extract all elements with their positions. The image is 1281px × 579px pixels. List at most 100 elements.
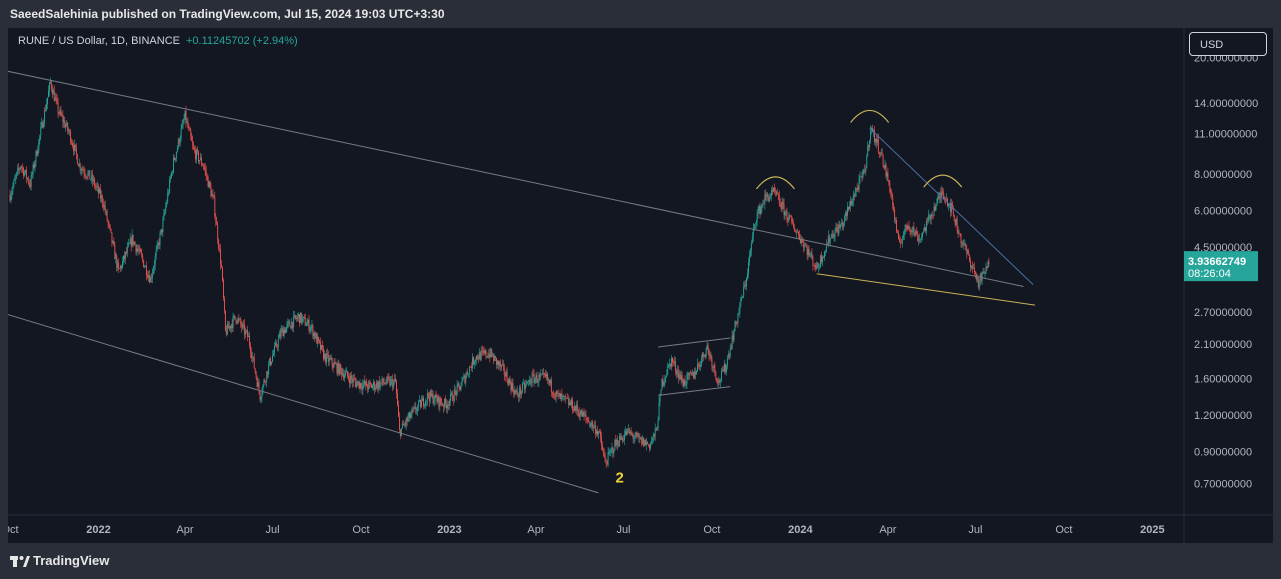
candle-body [633, 438, 635, 439]
candle-body [110, 228, 112, 233]
candle-body [521, 391, 523, 395]
candle-body [426, 393, 428, 401]
candle-body [215, 215, 217, 222]
candle-body [793, 223, 795, 229]
candle-body [198, 160, 200, 162]
candle-body [275, 342, 277, 347]
candle-body [765, 194, 767, 197]
left-shoulder-arc[interactable] [755, 176, 795, 190]
candle-body [809, 254, 811, 256]
candle-body [22, 167, 23, 169]
candle-body [213, 195, 215, 198]
candle-body [637, 434, 639, 437]
candle-body [248, 335, 250, 346]
candle-body [623, 434, 625, 440]
candle-body [702, 352, 704, 357]
flag-upper-line[interactable] [658, 337, 731, 348]
footer-brand[interactable]: TradingView [33, 553, 109, 568]
candle-body [828, 236, 830, 243]
candle-body [743, 286, 745, 298]
candle-body [165, 206, 167, 212]
tradingview-logo-icon[interactable] [10, 554, 30, 568]
candle-body [97, 186, 98, 187]
candle-body [370, 383, 372, 385]
candle-body [30, 175, 32, 188]
candle-body [556, 391, 558, 394]
candle-body [52, 90, 54, 95]
candle-body [432, 394, 434, 404]
candle-body [823, 257, 824, 259]
symbol-title[interactable]: RUNE / US Dollar, 1D, BINANCE [18, 35, 180, 47]
candle-body [737, 313, 739, 324]
candle-body [373, 382, 375, 390]
candle-body [504, 374, 506, 377]
candle-body [648, 444, 650, 449]
candle-body [168, 192, 170, 194]
candle-body [669, 363, 671, 365]
neckline-line[interactable] [816, 273, 1036, 306]
candle-body [169, 179, 171, 193]
candle-body [186, 121, 188, 123]
candle-body [130, 238, 132, 247]
candle-body [431, 394, 433, 397]
candle-body [971, 265, 973, 268]
currency-button[interactable]: USD [1189, 32, 1267, 56]
candle-body [214, 197, 216, 216]
candle-body [604, 456, 606, 463]
candle-body [605, 462, 607, 464]
candle-body [392, 379, 394, 388]
candle-body [272, 355, 273, 362]
candle-body [173, 157, 174, 172]
chart-panel[interactable]: 20.00000000 14.00000000 11.00000000 8.00000… [8, 28, 1273, 543]
candle-body [181, 123, 183, 129]
candle-body [28, 182, 30, 184]
candle-body [413, 407, 415, 410]
candle-body [804, 244, 806, 246]
price-tick-label: 6.00000000 [1194, 206, 1252, 218]
candle-body [900, 242, 902, 244]
drawing-layer [8, 70, 1036, 494]
channel-upper-line[interactable] [8, 70, 1024, 288]
candle-body [962, 242, 964, 245]
candle-body [297, 316, 298, 319]
candle-body [314, 332, 316, 339]
candle-body [773, 187, 775, 191]
candle-body [23, 172, 25, 176]
candle-body [191, 136, 193, 142]
candle-body [884, 164, 886, 168]
candle-body [154, 256, 156, 266]
candle-body [582, 412, 584, 417]
symbol-legend[interactable]: RUNE / US Dollar, 1D, BINANCE +0.11245702… [18, 35, 298, 47]
candle-body [305, 325, 307, 327]
head-arc[interactable] [850, 109, 890, 123]
candle-body [223, 280, 224, 299]
flag-lower-line[interactable] [658, 386, 731, 396]
candle-body [93, 179, 95, 182]
candle-body [201, 164, 203, 166]
candle-body [270, 358, 272, 365]
candle-body [121, 265, 122, 268]
candle-body [423, 397, 424, 407]
candle-body [536, 374, 538, 383]
descending-resistance-line[interactable] [869, 127, 1034, 285]
candle-body [632, 434, 634, 439]
candle-body [678, 373, 680, 379]
candle-body [964, 244, 966, 245]
candle-body [346, 370, 347, 373]
channel-lower-line[interactable] [8, 314, 599, 494]
candle-body [468, 374, 470, 375]
candle-body [566, 398, 568, 399]
price-tick-label: 2.70000000 [1194, 307, 1252, 319]
candle-body [147, 275, 148, 278]
wave-label-annotation[interactable]: 2 [615, 469, 623, 486]
candle-body [798, 232, 799, 235]
candle-body [73, 144, 75, 152]
candle-body [847, 206, 848, 216]
candle-body [117, 262, 119, 268]
candle-body [686, 374, 688, 385]
candle-body [98, 189, 100, 194]
candle-body [845, 212, 847, 216]
time-tick-label: Jul [968, 524, 982, 536]
candle-body [178, 139, 180, 144]
price-chart[interactable]: 20.0000000014.0000000011.000000008.00000… [8, 28, 1273, 543]
